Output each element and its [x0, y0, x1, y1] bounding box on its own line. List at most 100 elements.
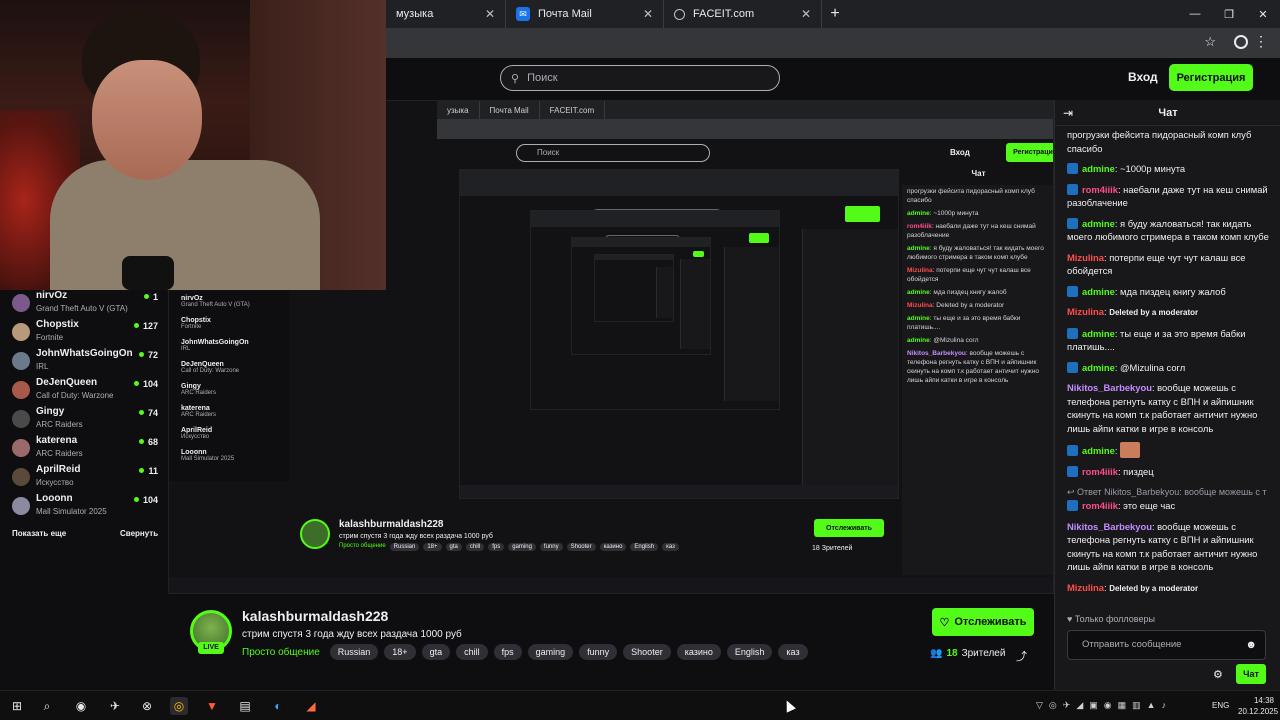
sidebar-channel[interactable]: DeJenQueen Call of Duty: Warzone 104	[12, 375, 160, 403]
tray-icon[interactable]: ♪	[1162, 700, 1167, 711]
message-username[interactable]: admine	[1082, 163, 1115, 174]
new-tab-button[interactable]: +	[822, 5, 848, 23]
menu-kebab-icon[interactable]: ⋮	[1254, 33, 1268, 50]
chrome-icon[interactable]: ◎	[170, 697, 188, 715]
message-username[interactable]: admine	[1082, 218, 1115, 229]
close-icon[interactable]: ✕	[485, 7, 495, 21]
emoji-icon[interactable]: ☻	[1245, 631, 1257, 659]
tab-label: FACEIT.com	[693, 8, 755, 20]
verified-badge-icon	[1067, 163, 1078, 174]
app-icon[interactable]: ◢	[302, 697, 320, 715]
viewer-count: 👥 18 Зрителей	[930, 648, 1005, 659]
restore-icon[interactable]: ❐	[1212, 0, 1246, 28]
tray-icon[interactable]: ◉	[1104, 700, 1112, 711]
nested-capture-4	[571, 237, 711, 355]
sidebar-channel[interactable]: Looonn Mall Simulator 2025 104	[12, 491, 160, 519]
minimize-icon[interactable]: —	[1178, 0, 1212, 28]
message-username[interactable]: Mizulina	[1067, 252, 1104, 263]
browser-tab-faceit[interactable]: FACEIT.com ✕	[664, 0, 822, 28]
chat-panel: ⇥ Чат прогрузки фейсита пидорасный комп …	[1054, 100, 1280, 690]
tag[interactable]: English	[726, 644, 773, 660]
register-button[interactable]: Регистрация	[1169, 64, 1253, 91]
chat-input[interactable]: Отправить сообщение ☻	[1067, 630, 1266, 660]
nested-channel: Chopstix Fortnite	[181, 317, 211, 330]
tag[interactable]: funny	[579, 644, 618, 660]
sidebar-channel[interactable]: nirvOz Grand Theft Auto V (GTA) 1	[12, 288, 160, 316]
tag[interactable]: Russian	[329, 644, 379, 660]
message-username[interactable]: admine	[1082, 362, 1115, 373]
tab-label: Почта Mail	[538, 8, 592, 20]
tag[interactable]: fps	[493, 644, 522, 660]
message-username[interactable]: Mizulina	[1067, 582, 1104, 593]
close-window-icon[interactable]: ✕	[1246, 0, 1280, 28]
nested-register-box	[693, 250, 705, 257]
show-more-button[interactable]: Показать еще	[12, 529, 66, 538]
channel-name: Gingy	[36, 406, 65, 417]
message-username[interactable]: rom4iiik	[1082, 500, 1118, 511]
bookmark-star-icon[interactable]: ☆	[1204, 34, 1216, 50]
tray-icon[interactable]: ◎	[1049, 700, 1057, 711]
tray-icon[interactable]: ✈	[1063, 700, 1071, 711]
channel-name[interactable]: kalashburmaldash228	[242, 608, 388, 624]
clock[interactable]: 14:38 20.12.2025	[1238, 695, 1278, 717]
close-icon[interactable]: ✕	[801, 7, 811, 21]
browser-tab-mail[interactable]: ✉ Почта Mail ✕	[506, 0, 664, 28]
tray-icon[interactable]: ▥	[1132, 700, 1141, 711]
screen: музыка ✕ ✉ Почта Mail ✕ FACEIT.com ✕ + —…	[0, 0, 1280, 720]
message-username[interactable]: admine	[1082, 328, 1115, 339]
profile-icon[interactable]	[1234, 35, 1248, 49]
tray-icon[interactable]: ▽	[1036, 700, 1043, 711]
brave-icon[interactable]: ▼	[203, 697, 221, 715]
tag[interactable]: gaming	[527, 644, 574, 660]
message-username[interactable]: admine	[1082, 286, 1115, 297]
sidebar-channel[interactable]: AprilReid Искусство 11	[12, 462, 160, 490]
close-icon[interactable]: ✕	[643, 7, 653, 21]
telegram-icon[interactable]: ✈	[106, 697, 124, 715]
message-username[interactable]: rom4iiik	[1082, 184, 1118, 195]
verified-badge-icon	[1067, 183, 1078, 195]
steam-icon[interactable]: ◉	[72, 697, 90, 715]
tray-icon[interactable]: ▣	[1089, 700, 1098, 711]
tag[interactable]: gta	[421, 644, 451, 660]
explorer-icon[interactable]: ▤	[236, 697, 254, 715]
chat-title: Чат	[1158, 107, 1178, 119]
windows-start-icon[interactable]: ⊞	[8, 697, 26, 715]
message-username[interactable]: Nikitos_Barbekyou	[1067, 382, 1152, 393]
sidebar-channel[interactable]: JohnWhatsGoingOn IRL 72	[12, 346, 160, 374]
message-username[interactable]: admine	[1082, 445, 1115, 456]
nested-chat-box	[655, 266, 673, 319]
tray-icon[interactable]: ▦	[1118, 700, 1127, 711]
chat-send-button[interactable]: Чат	[1236, 664, 1266, 684]
edge-icon[interactable]: ◐	[269, 697, 287, 715]
channel-name: JohnWhatsGoingOn	[36, 348, 133, 359]
collapse-button[interactable]: Свернуть	[120, 529, 158, 538]
login-button[interactable]: Вход	[1128, 70, 1158, 84]
message-username[interactable]: Mizulina	[1067, 306, 1104, 317]
tag[interactable]: Shooter	[623, 644, 671, 660]
webcam-person-face	[92, 60, 202, 180]
tray-icon[interactable]: ◢	[1076, 700, 1083, 711]
follow-button[interactable]: ♡ Отслеживать	[932, 608, 1034, 636]
language-indicator[interactable]: ENG	[1212, 701, 1229, 710]
nested-category: Просто общение	[339, 543, 386, 549]
tray-icon[interactable]: ▲	[1147, 700, 1156, 711]
search-icon[interactable]: ⌕	[38, 697, 56, 715]
verified-badge-icon	[1067, 500, 1078, 511]
sidebar-channel[interactable]: Gingy ARC Raiders 74	[12, 404, 160, 432]
sidebar-channel[interactable]: Chopstix Fortnite 127	[12, 317, 160, 345]
sidebar-channel[interactable]: katerena ARC Raiders 68	[12, 433, 160, 461]
tag[interactable]: каз	[778, 644, 808, 660]
app-icon[interactable]: ⊗	[138, 697, 156, 715]
browser-tab-music[interactable]: музыка ✕	[386, 0, 506, 28]
share-icon[interactable]: ⤴	[1016, 648, 1027, 664]
tag[interactable]: казино	[676, 644, 721, 660]
message-text: : ~1000р минута	[1114, 163, 1186, 174]
nested-msg-user: Nikitos_Barbekyou	[907, 350, 966, 357]
message-username[interactable]: rom4iiik	[1082, 466, 1118, 477]
message-username[interactable]: Nikitos_Barbekyou	[1067, 521, 1152, 532]
category-link[interactable]: Просто общение	[242, 647, 320, 658]
search-input[interactable]: ⚲ Поиск	[500, 65, 780, 91]
tag[interactable]: chill	[456, 644, 488, 660]
tag[interactable]: 18+	[384, 644, 416, 660]
gear-icon[interactable]: ⚙	[1213, 668, 1223, 681]
